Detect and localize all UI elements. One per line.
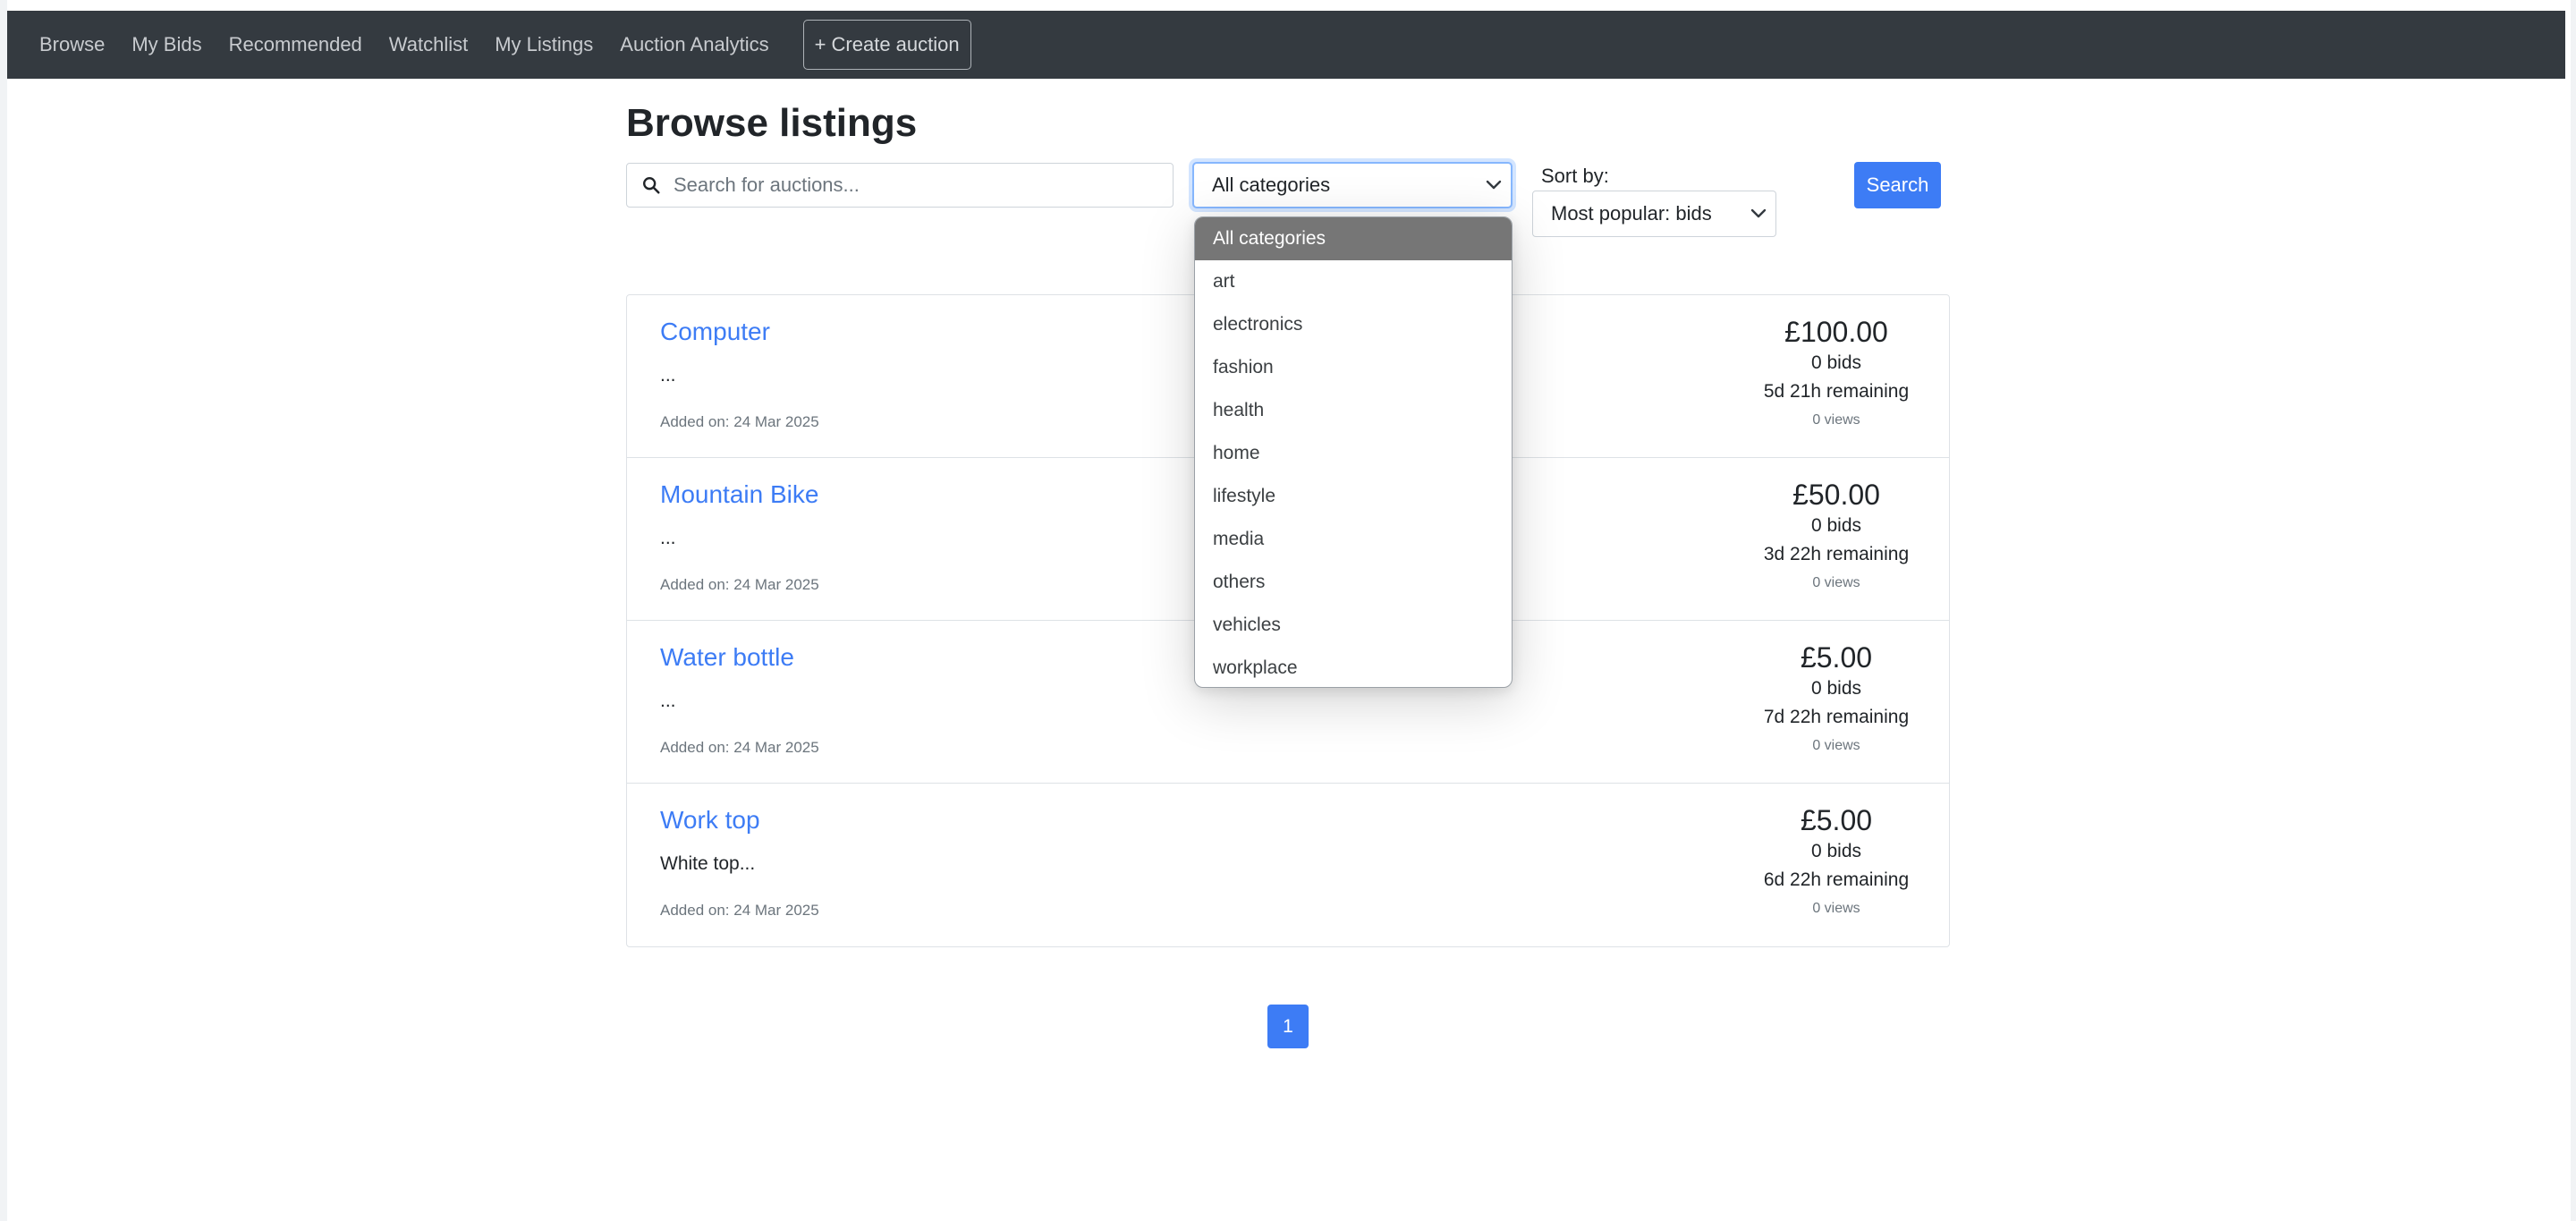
listing-bids: 0 bids [1810,515,1862,536]
chevron-down-icon [1750,208,1767,218]
category-dropdown-menu: All categories art electronics fashion h… [1194,216,1513,688]
page-left-edge [0,0,7,1221]
listing-title-link[interactable]: Computer [660,318,770,346]
category-option-vehicles[interactable]: vehicles [1195,604,1512,647]
pagination-page-1[interactable]: 1 [1267,1005,1309,1048]
category-option-health[interactable]: health [1195,389,1512,432]
listing-price: £5.00 [1800,804,1873,836]
listing-bids: 0 bids [1810,678,1862,699]
nav-recommended[interactable]: Recommended [229,33,362,56]
category-option-media[interactable]: media [1195,518,1512,561]
listing-stats: £50.00 0 bids 3d 22h remaining 0 views [1747,478,1926,598]
chevron-down-icon [1486,180,1502,190]
listing-price: £100.00 [1784,316,1888,348]
listing-date: Added on: 24 Mar 2025 [660,739,819,756]
listing-views: 0 views [1812,575,1860,590]
listing-time-remaining: 3d 22h remaining [1763,544,1910,564]
listing-time-remaining: 7d 22h remaining [1763,707,1910,727]
listing-bids: 0 bids [1810,352,1862,373]
category-option-lifestyle[interactable]: lifestyle [1195,475,1512,518]
listing-stats: £5.00 0 bids 7d 22h remaining 0 views [1747,640,1926,760]
listing-item: Work top White top... Added on: 24 Mar 2… [627,784,1949,946]
listing-date: Added on: 24 Mar 2025 [660,413,819,430]
category-select[interactable]: All categories [1192,162,1513,208]
top-navbar: Browse My Bids Recommended Watchlist My … [7,11,2565,79]
listing-bids: 0 bids [1810,841,1862,861]
sort-select[interactable]: Most popular: bids [1532,191,1776,237]
listing-title-link[interactable]: Mountain Bike [660,480,818,509]
nav-watchlist[interactable]: Watchlist [389,33,468,56]
search-button[interactable]: Search [1854,162,1941,208]
listing-description: ... [660,365,676,386]
category-option-workplace[interactable]: workplace [1195,647,1512,687]
page-right-edge [2571,0,2576,1221]
search-icon [643,177,660,194]
nav-my-bids[interactable]: My Bids [131,33,201,56]
listing-date: Added on: 24 Mar 2025 [660,902,819,919]
page-top-edge [0,0,2576,11]
sort-label: Sort by: [1541,165,1609,187]
listing-title-link[interactable]: Water bottle [660,643,794,672]
listing-price: £5.00 [1800,641,1873,674]
category-option-all[interactable]: All categories [1195,217,1512,260]
nav-browse[interactable]: Browse [39,33,105,56]
category-option-home[interactable]: home [1195,432,1512,475]
category-option-fashion[interactable]: fashion [1195,346,1512,389]
listing-title-link[interactable]: Work top [660,806,760,835]
listing-stats: £5.00 0 bids 6d 22h remaining 0 views [1747,803,1926,923]
search-input[interactable] [674,174,1157,197]
listing-date: Added on: 24 Mar 2025 [660,576,819,593]
nav-auction-analytics[interactable]: Auction Analytics [620,33,768,56]
listing-time-remaining: 5d 21h remaining [1763,381,1910,402]
search-box[interactable] [626,163,1174,208]
category-select-value: All categories [1212,174,1331,196]
nav-my-listings[interactable]: My Listings [495,33,593,56]
category-option-electronics[interactable]: electronics [1195,303,1512,346]
category-option-art[interactable]: art [1195,260,1512,303]
create-auction-button[interactable]: + Create auction [802,20,971,70]
listing-description: ... [660,691,676,711]
listing-time-remaining: 6d 22h remaining [1763,869,1910,890]
listing-views: 0 views [1812,901,1860,916]
listing-description: ... [660,528,676,548]
listing-price: £50.00 [1792,479,1880,511]
category-option-others[interactable]: others [1195,561,1512,604]
sort-select-value: Most popular: bids [1551,202,1712,225]
listing-views: 0 views [1812,412,1860,428]
listing-views: 0 views [1812,738,1860,753]
listing-description: White top... [660,853,756,874]
page-title: Browse listings [626,101,918,145]
listing-stats: £100.00 0 bids 5d 21h remaining 0 views [1747,315,1926,435]
